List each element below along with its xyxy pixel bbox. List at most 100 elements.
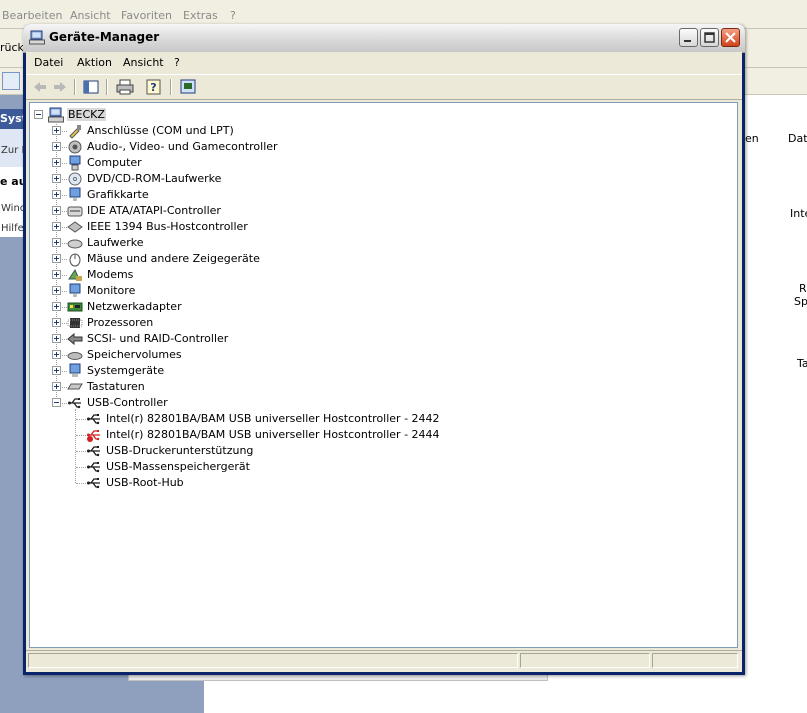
usb-error-icon: [87, 430, 100, 442]
cdrom-icon: [68, 172, 82, 186]
menu-datei[interactable]: Datei: [34, 56, 63, 69]
firewire-icon: [67, 221, 83, 233]
minimize-button[interactable]: [679, 28, 698, 47]
device-category[interactable]: Audio-, Video- und Gamecontroller: [87, 140, 278, 153]
device-category[interactable]: DVD/CD-ROM-Laufwerke: [87, 172, 221, 185]
usb-device[interactable]: Intel(r) 82801BA/BAM USB universeller Ho…: [106, 412, 440, 425]
bg-menu-help[interactable]: ?: [230, 9, 236, 22]
device-category[interactable]: Netzwerkadapter: [87, 300, 182, 313]
bg-menu-extras[interactable]: Extras: [183, 9, 218, 22]
disk-drive-icon: [67, 239, 83, 249]
expand-expander[interactable]: [52, 238, 61, 247]
expand-expander[interactable]: [52, 270, 61, 279]
keyboard-icon: [67, 383, 83, 390]
menu-aktion[interactable]: Aktion: [77, 56, 112, 69]
device-category[interactable]: Prozessoren: [87, 316, 153, 329]
tree-connector: [76, 483, 86, 484]
collapse-expander[interactable]: [34, 110, 43, 119]
expand-expander[interactable]: [52, 254, 61, 263]
toolbar-separator: [170, 79, 172, 95]
bg-text: R: [799, 282, 807, 295]
forward-arrow-icon[interactable]: [50, 78, 70, 96]
properties-icon[interactable]: [178, 78, 198, 96]
bg-menu-favoriten[interactable]: Favoriten: [121, 9, 172, 22]
print-icon[interactable]: [115, 78, 135, 96]
expand-expander[interactable]: [52, 318, 61, 327]
device-category[interactable]: Tastaturen: [87, 380, 145, 393]
tree-connector: [76, 451, 86, 452]
expand-expander[interactable]: [52, 302, 61, 311]
expand-expander[interactable]: [52, 190, 61, 199]
expand-expander[interactable]: [52, 126, 61, 135]
maximize-button[interactable]: [700, 28, 719, 47]
title-bar[interactable]: Geräte-Manager: [23, 24, 745, 53]
bg-text: Inte: [790, 207, 807, 220]
device-category[interactable]: IDE ATA/ATAPI-Controller: [87, 204, 221, 217]
close-button[interactable]: [721, 28, 740, 47]
expand-expander[interactable]: [52, 222, 61, 231]
device-category[interactable]: SCSI- und RAID-Controller: [87, 332, 228, 345]
expand-expander[interactable]: [52, 382, 61, 391]
back-arrow-icon[interactable]: [30, 78, 50, 96]
port-icon: [69, 125, 81, 139]
device-category[interactable]: Computer: [87, 156, 142, 169]
computer-icon: [69, 155, 81, 171]
monitor-icon: [69, 187, 81, 201]
usb-device[interactable]: USB-Druckerunterstützung: [106, 444, 253, 457]
device-category[interactable]: USB-Controller: [87, 396, 168, 409]
monitor-icon: [69, 283, 81, 297]
device-category[interactable]: Anschlüsse (COM und LPT): [87, 124, 234, 137]
expand-expander[interactable]: [52, 286, 61, 295]
expand-expander[interactable]: [52, 366, 61, 375]
usb-icon: [87, 414, 100, 425]
device-category[interactable]: Systemgeräte: [87, 364, 164, 377]
bg-menu-ansicht[interactable]: Ansicht: [70, 9, 111, 22]
menu-ansicht[interactable]: Ansicht: [123, 56, 164, 69]
status-cell: [652, 653, 738, 668]
device-category[interactable]: Speichervolumes: [87, 348, 182, 361]
bg-menu-bearbeiten[interactable]: Bearbeiten: [2, 9, 62, 22]
device-category[interactable]: IEEE 1394 Bus-Hostcontroller: [87, 220, 248, 233]
tree-connector: [76, 467, 86, 468]
collapse-expander[interactable]: [52, 398, 61, 407]
bg-column-header-date: Datu: [788, 132, 807, 145]
expand-expander[interactable]: [52, 158, 61, 167]
device-category[interactable]: Laufwerke: [87, 236, 144, 249]
bg-column-header: en: [745, 132, 759, 145]
edit-page-icon[interactable]: [2, 72, 20, 90]
device-category[interactable]: Monitore: [87, 284, 135, 297]
menu-help[interactable]: ?: [174, 56, 180, 69]
device-tree[interactable]: BECKZ Anschlüsse (COM und LPT) Audio-, Vid…: [29, 102, 738, 648]
show-hide-console-tree-icon[interactable]: [81, 78, 101, 96]
expand-expander[interactable]: [52, 334, 61, 343]
mouse-icon: [69, 253, 81, 267]
device-category[interactable]: Modems: [87, 268, 133, 281]
svg-text:?: ?: [150, 81, 156, 94]
expand-expander[interactable]: [52, 142, 61, 151]
window-body: Datei Aktion Ansicht ? ? BECKZ Anschlüss…: [26, 52, 742, 672]
usb-device[interactable]: USB-Root-Hub: [106, 476, 184, 489]
tree-root-label[interactable]: BECKZ: [67, 108, 106, 121]
device-category[interactable]: Grafikkarte: [87, 188, 149, 201]
expand-expander[interactable]: [52, 350, 61, 359]
usb-icon: [87, 478, 100, 489]
speaker-icon: [68, 140, 82, 154]
usb-device[interactable]: USB-Massenspeichergerät: [106, 460, 250, 473]
device-manager-window: Geräte-Manager Datei Aktion Ansicht ? ? …: [23, 24, 745, 675]
help-icon[interactable]: ?: [144, 78, 164, 96]
scsi-icon: [67, 332, 83, 346]
status-cell: [28, 653, 518, 668]
maximize-icon: [704, 32, 715, 43]
bg-text: Sp: [794, 295, 807, 308]
toolbar: ?: [26, 75, 742, 100]
ide-controller-icon: [67, 206, 83, 217]
bg-back-button-label[interactable]: rück: [0, 41, 24, 54]
tree-connector: [76, 435, 86, 436]
device-category[interactable]: Mäuse und andere Zeigegeräte: [87, 252, 260, 265]
expand-expander[interactable]: [52, 174, 61, 183]
minimize-icon: [684, 40, 691, 42]
toolbar-separator: [74, 79, 76, 95]
expand-expander[interactable]: [52, 206, 61, 215]
system-device-icon: [69, 363, 81, 377]
usb-device[interactable]: Intel(r) 82801BA/BAM USB universeller Ho…: [106, 428, 440, 441]
